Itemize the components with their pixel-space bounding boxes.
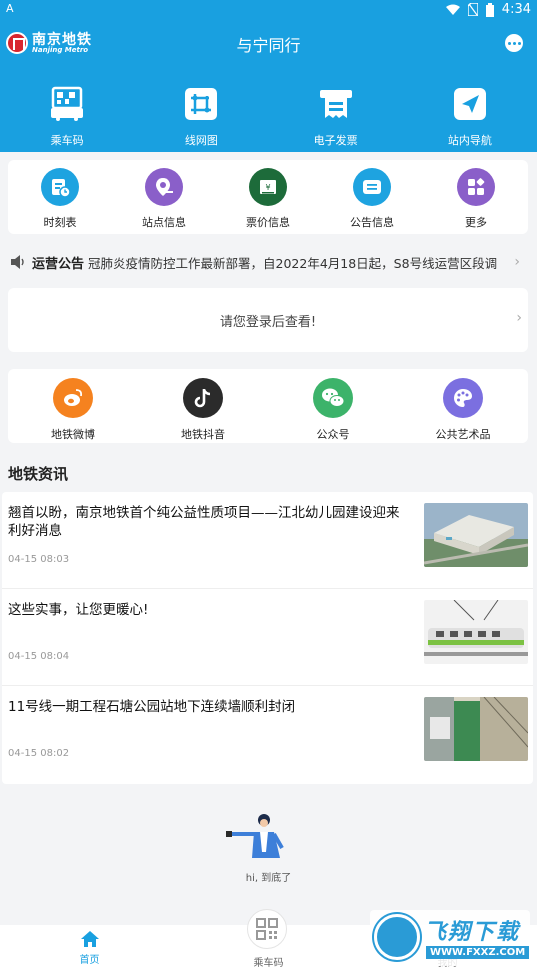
more-icon (457, 168, 495, 206)
quick-action-navigation[interactable]: 站内导航 (403, 86, 537, 148)
notice-text: 冠肺炎疫情防控工作最新部署，自2022年4月18日起，S8号线运营区段调 (88, 255, 498, 271)
service-timetable[interactable]: 时刻表 (8, 160, 112, 234)
no-sim-icon (467, 3, 478, 16)
news-thumbnail (424, 697, 528, 761)
announcement-icon (353, 168, 391, 206)
status-time: 4:34 (501, 2, 531, 17)
news-title: 这些实事，让您更暖心! (8, 602, 149, 618)
fare-icon: ¥ (249, 168, 287, 206)
social-public-art[interactable]: 公共艺术品 (398, 369, 528, 443)
quick-action-line-map[interactable]: 线网图 (134, 86, 268, 148)
app-header: 南京地铁 Nanjing Metro 与宁同行 乘车码 线网图 电子发票 站内导… (0, 22, 537, 152)
social-label: 地铁微博 (51, 428, 95, 441)
dot (512, 41, 516, 45)
social-label: 公众号 (316, 428, 350, 441)
site-watermark: 飞翔下载 WWW.FXXZ.COM (370, 910, 530, 966)
notice-title: 运营公告 (32, 256, 85, 272)
quick-action-ride-code[interactable]: 乘车码 (0, 86, 134, 148)
social-label: 公共艺术品 (435, 428, 491, 441)
line-map-icon (185, 88, 218, 120)
chevron-right-icon: › (514, 254, 520, 270)
service-label: 更多 (465, 216, 487, 229)
battery-icon (485, 2, 494, 17)
status-bar: A 4:34 (0, 0, 537, 22)
quick-action-label: 站内导航 (447, 134, 492, 147)
reporter-illustration (226, 814, 284, 858)
quick-action-label: 电子发票 (313, 134, 358, 147)
message-button[interactable] (505, 34, 523, 52)
service-label: 票价信息 (246, 216, 290, 229)
social-douyin[interactable]: 地铁抖音 (138, 369, 268, 443)
quick-action-label: 乘车码 (50, 134, 84, 147)
service-label: 站点信息 (142, 216, 186, 229)
watermark-brand: 飞翔下载 (424, 920, 521, 945)
qr-ticket-icon (51, 86, 84, 121)
dot (517, 41, 521, 45)
social-wechat[interactable]: 公众号 (268, 369, 398, 443)
news-item[interactable]: 这些实事，让您更暖心! 04-15 08:04 (2, 589, 533, 686)
dot (507, 41, 511, 45)
services-card: 时刻表 站点信息 ¥ 票价信息 公告信息 更多 (8, 160, 528, 234)
quick-actions: 乘车码 线网图 电子发票 站内导航 (0, 86, 537, 148)
service-more[interactable]: 更多 (424, 160, 528, 234)
news-list: 翘首以盼，南京地铁首个纯公益性质项目——江北幼儿园建设迎来利好消息 04-15 … (2, 492, 533, 784)
tab-label: 首页 (79, 955, 100, 966)
login-prompt-card[interactable]: 请您登录后查看! › (8, 288, 528, 352)
navigation-icon (453, 88, 486, 120)
service-fare-info[interactable]: ¥ 票价信息 (216, 160, 320, 234)
social-card: 地铁微博 地铁抖音 公众号 公共艺术品 (8, 369, 528, 443)
ride-code-tab-button[interactable] (247, 909, 287, 949)
news-title: 11号线一期工程石塘公园站地下连续墙顺利封闭 (8, 699, 296, 715)
svg-text:¥: ¥ (265, 183, 270, 192)
qr-code-icon (256, 918, 278, 940)
news-section-title: 地铁资讯 (8, 465, 69, 483)
watermark-url: WWW.FXXZ.COM (426, 946, 530, 959)
news-time: 04-15 08:03 (8, 554, 70, 565)
speaker-icon (11, 255, 24, 269)
service-label: 公告信息 (350, 216, 394, 229)
news-title: 翘首以盼，南京地铁首个纯公益性质项目——江北幼儿园建设迎来利好消息 (8, 505, 400, 539)
weibo-icon (53, 378, 93, 418)
news-time: 04-15 08:02 (8, 748, 70, 759)
social-label: 地铁抖音 (181, 428, 225, 441)
news-item[interactable]: 翘首以盼，南京地铁首个纯公益性质项目——江北幼儿园建设迎来利好消息 04-15 … (2, 492, 533, 589)
chevron-right-icon: › (516, 310, 522, 326)
quick-action-label: 线网图 (184, 134, 218, 147)
quick-action-invoice[interactable]: 电子发票 (269, 86, 403, 148)
invoice-icon (319, 90, 352, 118)
news-item[interactable]: 11号线一期工程石塘公园站地下连续墙顺利封闭 04-15 08:02 (2, 686, 533, 783)
end-note: hi, 到底了 (245, 873, 292, 884)
wechat-icon (313, 378, 353, 418)
login-prompt-text: 请您登录后查看! (219, 314, 317, 330)
operation-notice[interactable]: 运营公告 冠肺炎疫情防控工作最新部署，自2022年4月18日起，S8号线运营区段… (10, 250, 520, 274)
station-icon (145, 168, 183, 206)
timetable-icon (41, 168, 79, 206)
news-thumbnail (424, 600, 528, 664)
social-weibo[interactable]: 地铁微博 (8, 369, 138, 443)
news-thumbnail (424, 503, 528, 567)
service-label: 时刻表 (43, 216, 77, 229)
service-announcements[interactable]: 公告信息 (320, 160, 424, 234)
status-indicator: A (6, 2, 14, 15)
douyin-icon (183, 378, 223, 418)
service-station-info[interactable]: 站点信息 (112, 160, 216, 234)
tab-label: 乘车码 (253, 958, 284, 969)
palette-icon (443, 378, 483, 418)
home-icon (80, 931, 99, 947)
watermark-logo-icon (374, 914, 420, 960)
tab-home[interactable]: 首页 (0, 925, 179, 969)
wifi-icon (445, 4, 460, 15)
page-title: 与宁同行 (236, 36, 301, 55)
news-time: 04-15 08:04 (8, 651, 70, 662)
